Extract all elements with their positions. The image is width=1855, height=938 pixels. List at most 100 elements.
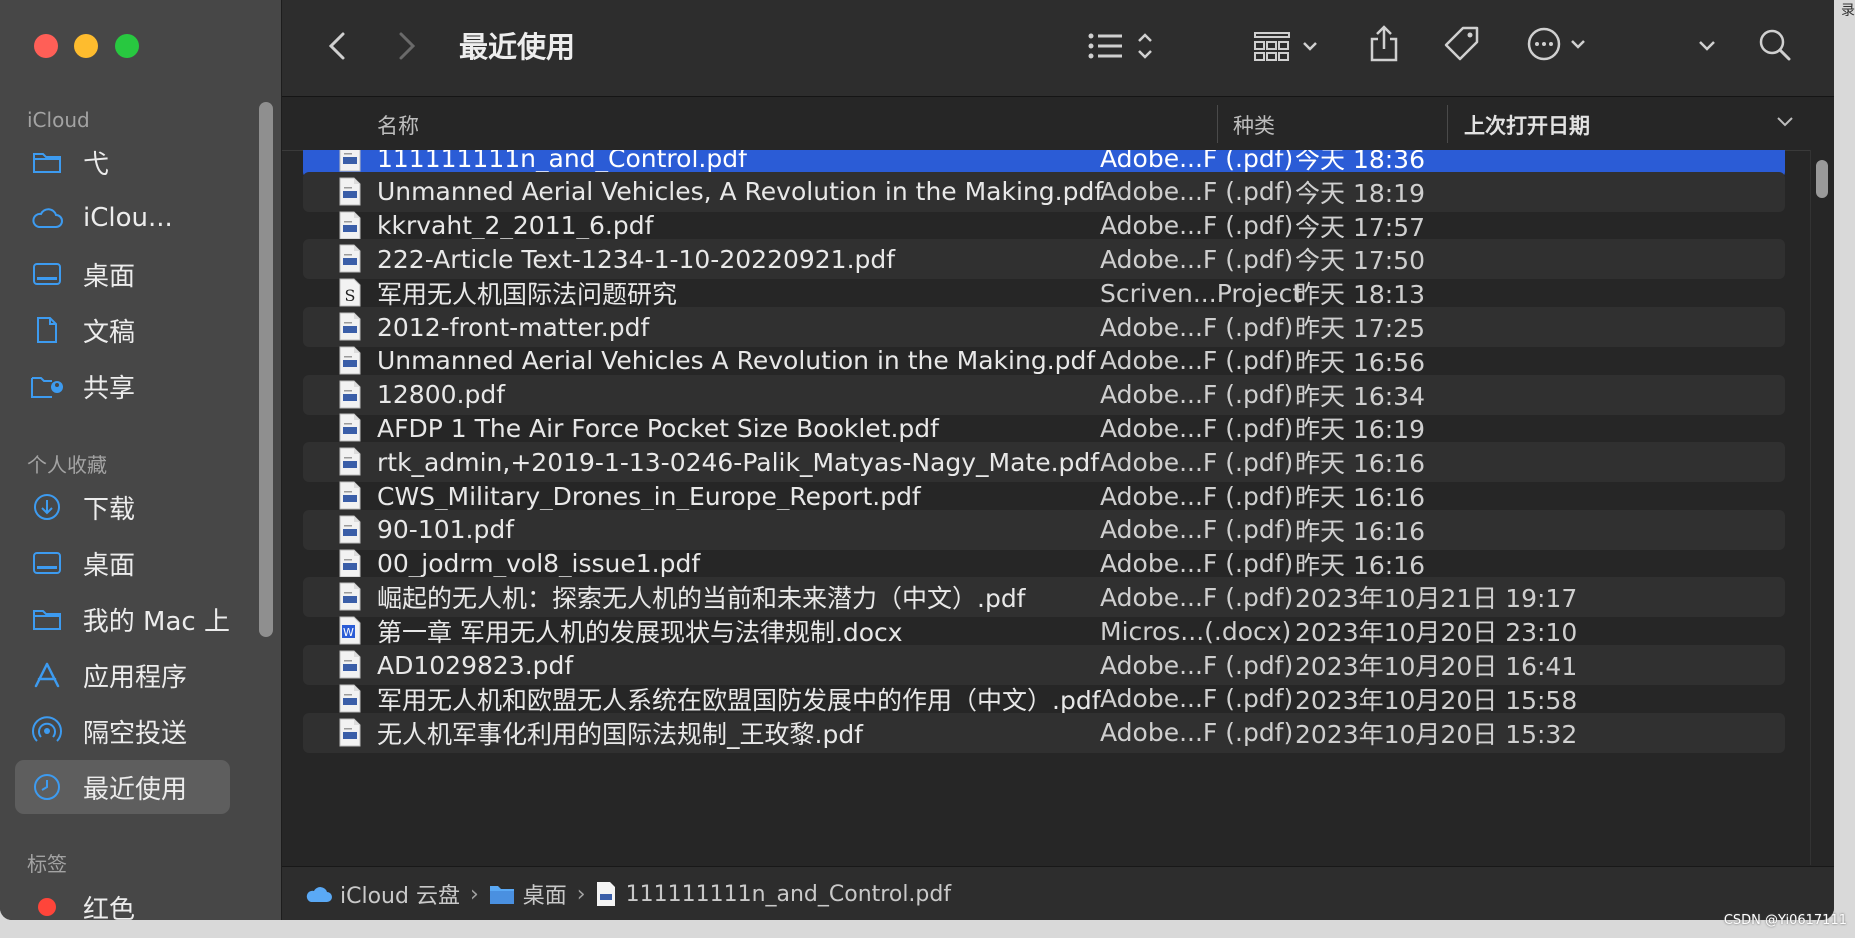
scrollbar-thumb[interactable] — [1816, 160, 1828, 198]
sidebar-item-applications[interactable]: 应用程序 — [15, 648, 230, 702]
file-kind: Adobe...F (.pdf) — [1100, 413, 1294, 443]
path-item-label: iCloud 云盘 — [340, 884, 460, 909]
close-window-button[interactable] — [34, 34, 58, 58]
file-name: 军用无人机国际法问题研究 — [377, 280, 678, 310]
sidebar-item-label: 我的 Mac 上 — [82, 606, 230, 637]
minimize-window-button[interactable] — [74, 34, 98, 58]
sidebar-item-tag-red[interactable]: 红色 — [15, 880, 230, 920]
cloud-icon — [306, 887, 332, 902]
file-last-opened: 2023年10月20日 15:32 — [1295, 719, 1578, 749]
pdf-icon — [339, 413, 361, 442]
sidebar-item-downloads[interactable]: 下载 — [15, 480, 230, 534]
file-name: AD1029823.pdf — [377, 650, 574, 680]
sidebar-section-icloud: iCloud — [27, 108, 90, 132]
tag-button[interactable] — [1440, 22, 1484, 66]
column-kind-header[interactable]: 种类 — [1233, 110, 1275, 140]
pdf-icon — [339, 177, 361, 206]
pdf-icon — [339, 150, 361, 172]
column-divider[interactable] — [1217, 105, 1218, 143]
sidebar-item-airdrop[interactable]: 隔空投送 — [15, 704, 230, 758]
file-kind: Adobe...F (.pdf) — [1100, 515, 1294, 545]
sidebar-item-recents[interactable]: 最近使用 — [15, 760, 230, 814]
search-icon — [1759, 29, 1791, 61]
file-last-opened: 2023年10月20日 15:58 — [1295, 685, 1578, 715]
file-row[interactable]: 无人机军事化利用的国际法规制_王玫黎.pdf Adobe...F (.pdf) 20… — [303, 712, 1785, 753]
file-last-opened: 昨天 16:16 — [1295, 550, 1425, 580]
file-name: 111111111n_and_Control.pdf — [377, 150, 747, 173]
sidebar-item-icloud-drive[interactable]: iClou... — [15, 191, 230, 245]
file-kind: Adobe...F (.pdf) — [1100, 582, 1294, 612]
view-mode-button[interactable] — [1082, 26, 1162, 66]
file-kind: Adobe...F (.pdf) — [1100, 481, 1294, 511]
sidebar-item-label: 桌面 — [83, 550, 136, 581]
sidebar-item-label: 桌面 — [83, 261, 136, 292]
sidebar-item-desktop[interactable]: 桌面 — [15, 247, 230, 301]
back-button[interactable] — [322, 26, 352, 66]
file-name: CWS_Military_Drones_in_Europe_Report.pdf — [377, 481, 921, 511]
path-item-icloud-drive[interactable]: iCloud 云盘 — [304, 878, 460, 910]
file-last-opened: 昨天 16:16 — [1295, 449, 1425, 479]
pdf-icon — [339, 312, 361, 341]
file-name: Unmanned Aerial Vehicles, A Revolution i… — [377, 177, 1104, 207]
sidebar-section-tags: 标签 — [27, 852, 67, 876]
path-item-file[interactable]: 111111111n_and_Control.pdf — [596, 881, 951, 907]
sidebar-item-label: iClou... — [83, 203, 173, 233]
file-kind: Adobe...F (.pdf) — [1100, 549, 1294, 579]
share-button[interactable] — [1364, 22, 1404, 66]
path-item-label: 桌面 — [522, 884, 567, 909]
file-last-opened: 今天 18:19 — [1295, 178, 1425, 208]
file-name: 无人机军事化利用的国际法规制_王玫黎.pdf — [377, 719, 863, 749]
pdf-icon — [339, 211, 361, 240]
desktop-icon — [27, 254, 67, 294]
pdf-icon — [596, 882, 615, 906]
file-name: 12800.pdf — [377, 380, 506, 410]
sidebar-item-on-my-mac[interactable]: 我的 Mac 上 — [15, 592, 230, 646]
chevron-right-icon — [399, 32, 416, 60]
zoom-window-button[interactable] — [115, 34, 139, 58]
sidebar-item-label: 最近使用 — [83, 774, 188, 805]
file-kind: Micros...(.docx) — [1100, 616, 1292, 646]
pdf-icon — [339, 515, 361, 544]
toolbar-overflow-button[interactable] — [1692, 26, 1722, 66]
more-actions-button[interactable] — [1522, 24, 1602, 64]
path-item-desktop[interactable]: 桌面 — [489, 878, 567, 910]
file-name: kkrvaht_2_2011_6.pdf — [377, 211, 654, 241]
scrivener-icon: S — [339, 278, 361, 307]
watermark: CSDN @Yi0617111 — [1723, 913, 1847, 928]
sidebar: iCloud 弋 iClou... 桌面 文稿 共享 个人收藏 下载 桌面 我的… — [0, 0, 282, 920]
sidebar-section-favorites: 个人收藏 — [27, 453, 107, 477]
pdf-icon — [339, 481, 361, 510]
desktop-icon — [27, 543, 67, 583]
svg-text:S: S — [345, 286, 356, 305]
file-name: rtk_admin,+2019-1-13-0246-Palik_Matyas-N… — [377, 447, 1100, 477]
file-list: 111111111n_and_Control.pdf Adobe...F (.pd… — [282, 150, 1806, 865]
file-name: Unmanned Aerial Vehicles A Revolution in… — [377, 346, 1096, 376]
file-last-opened: 昨天 16:16 — [1295, 483, 1425, 512]
sidebar-item-desktop-local[interactable]: 桌面 — [15, 536, 230, 590]
column-date-header[interactable]: 上次打开日期 — [1464, 110, 1590, 140]
cloud-icon — [27, 198, 67, 238]
download-icon — [27, 487, 67, 527]
airdrop-icon — [27, 711, 67, 751]
sidebar-scrollbar[interactable] — [259, 102, 273, 637]
file-last-opened: 昨天 17:25 — [1295, 314, 1425, 343]
pdf-icon — [339, 650, 361, 679]
sidebar-item-folder[interactable]: 弋 — [15, 135, 230, 189]
path-separator: › — [469, 881, 479, 907]
file-last-opened: 昨天 18:13 — [1295, 280, 1425, 310]
applications-icon — [27, 655, 67, 695]
grid-icon — [1254, 32, 1317, 61]
column-name-header[interactable]: 名称 — [377, 110, 419, 140]
group-button[interactable] — [1248, 26, 1328, 66]
sort-descending-icon[interactable] — [1776, 116, 1794, 128]
forward-button[interactable] — [392, 26, 422, 66]
search-button[interactable] — [1754, 24, 1796, 66]
share-icon — [1370, 25, 1398, 62]
pdf-icon — [339, 346, 361, 375]
document-icon — [27, 310, 67, 350]
sidebar-item-documents[interactable]: 文稿 — [15, 303, 230, 357]
file-kind: Adobe...F (.pdf) — [1100, 211, 1294, 241]
column-divider[interactable] — [1447, 105, 1448, 143]
file-list-scrollbar[interactable] — [1810, 150, 1834, 865]
sidebar-item-shared[interactable]: 共享 — [15, 359, 230, 413]
